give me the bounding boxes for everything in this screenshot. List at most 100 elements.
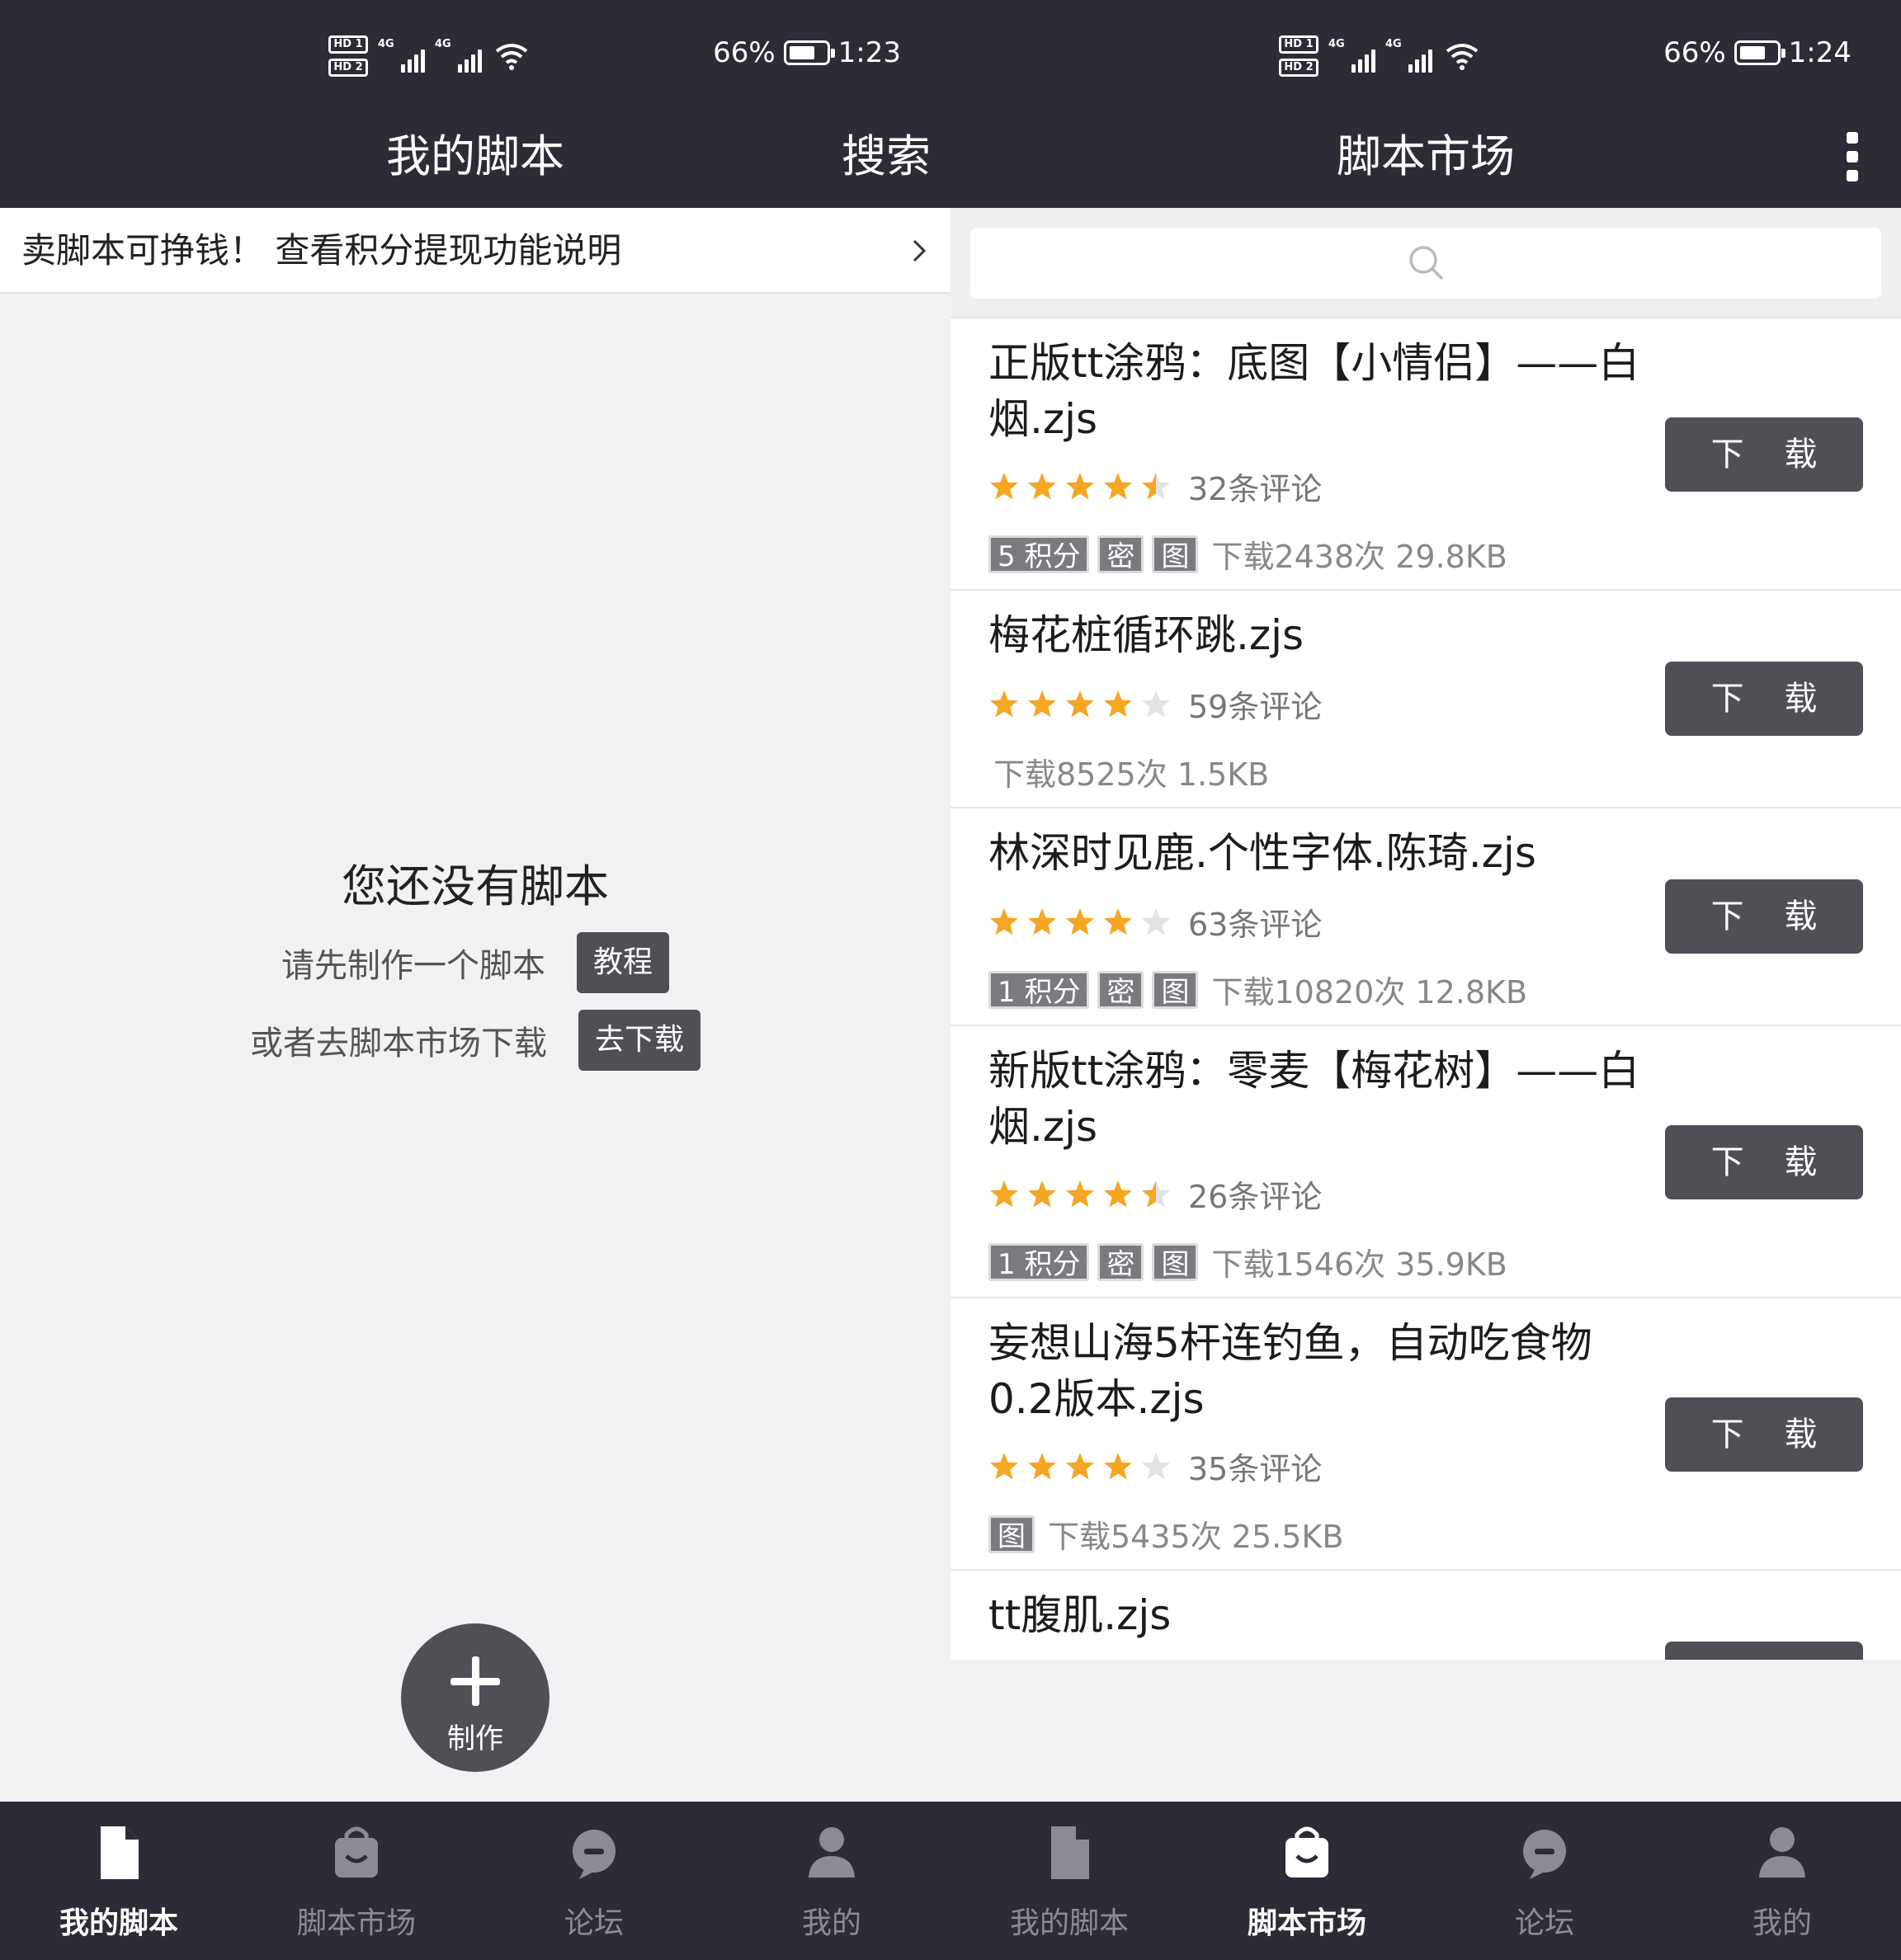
tab-document[interactable]: 我的脚本 — [0, 1802, 238, 1960]
script-name: 妄想山海5杆连钓鱼，自动吃食物0.2版本.zjs — [988, 1319, 1592, 1423]
empty-state-row: 请先制作一个脚本 教程 — [0, 932, 950, 993]
rating-stars: 35条评论 — [988, 1444, 1322, 1489]
battery-icon — [1734, 40, 1785, 65]
script-list-item[interactable]: 林深时见鹿.个性字体.陈琦.zjs 63条评论 1 积分密图下载10820次 12.… — [950, 808, 1901, 1026]
download-button[interactable]: 下 载 — [1665, 1642, 1863, 1660]
tab-person[interactable]: 我的 — [1663, 1802, 1901, 1960]
download-stats: 下载10820次 12.8KB — [1211, 974, 1528, 1011]
star-full-icon — [990, 907, 1018, 935]
signal-icon: 4G — [378, 38, 425, 73]
signal-icon: 4G — [435, 38, 482, 73]
star-full-icon — [1066, 907, 1094, 935]
star-half-icon — [1142, 1180, 1170, 1207]
rating-stars: 32条评论 — [988, 464, 1322, 509]
star-empty-icon — [1142, 690, 1170, 717]
tab-shopping-bag[interactable]: 脚本市场 — [238, 1802, 475, 1960]
script-tag: 密 — [1097, 535, 1144, 573]
script-name: tt腹肌.zjs — [988, 1591, 1172, 1639]
empty-state-hint: 或者去脚本市场下载 — [249, 1025, 547, 1062]
script-tag: 图 — [1152, 970, 1199, 1009]
tab-label: 我的 — [801, 1906, 861, 1940]
signal-icon: 4G — [1385, 38, 1432, 73]
tab-document[interactable]: 我的脚本 — [950, 1802, 1188, 1960]
script-list-item[interactable]: 正版tt涂鸦：底图【小情侣】——白烟.zjs 32条评论 5 积分密图下载2438次… — [950, 318, 1901, 591]
network-status-icons: HD 1 HD 2 4G 4G — [1279, 31, 1480, 81]
script-list-item[interactable]: tt腹肌.zjs 下 载 — [950, 1571, 1901, 1660]
star-empty-icon — [1142, 907, 1170, 935]
person-icon — [809, 1827, 855, 1878]
hd2-icon: HD 2 — [328, 59, 368, 77]
script-tag: 图 — [1152, 535, 1199, 573]
star-full-icon — [1104, 472, 1132, 499]
review-count: 63条评论 — [1188, 907, 1323, 943]
tab-label: 脚本市场 — [296, 1906, 416, 1940]
star-full-icon — [1066, 472, 1094, 499]
bottom-nav: 我的脚本 脚本市场 论坛 我的 — [950, 1802, 1901, 1960]
more-menu-icon[interactable] — [1840, 124, 1865, 190]
chat-bubble-icon — [573, 1830, 616, 1879]
script-list-item[interactable]: 新版tt涂鸦：零麦【梅花树】——白烟.zjs 26条评论 1 积分密图下载1546次… — [950, 1026, 1901, 1298]
review-count: 59条评论 — [1188, 689, 1323, 725]
rating-stars: 59条评论 — [988, 681, 1322, 727]
hd1-icon: HD 1 — [1279, 35, 1318, 54]
page-title: 我的脚本 — [386, 130, 564, 182]
tab-chat-bubble[interactable]: 论坛 — [475, 1802, 713, 1960]
create-script-button[interactable]: 制作 — [401, 1623, 550, 1772]
signal-icon: 4G — [1328, 38, 1375, 73]
wifi-icon — [1446, 44, 1479, 70]
star-full-icon — [1028, 907, 1056, 935]
download-stats: 下载5435次 25.5KB — [1048, 1519, 1344, 1555]
review-count: 35条评论 — [1188, 1451, 1323, 1487]
script-tag: 图 — [1152, 1242, 1199, 1281]
tab-chat-bubble[interactable]: 论坛 — [1426, 1802, 1663, 1960]
shopping-bag-icon — [1285, 1826, 1328, 1878]
script-name: 新版tt涂鸦：零麦【梅花树】——白烟.zjs — [988, 1047, 1640, 1151]
script-list-item[interactable]: 妄想山海5杆连钓鱼，自动吃食物0.2版本.zjs 35条评论图下载5435次 25… — [950, 1298, 1901, 1571]
script-list-item[interactable]: 梅花桩循环跳.zjs 59条评论下载8525次 1.5KB 下 载 — [950, 591, 1901, 808]
download-button[interactable]: 下 载 — [1665, 1397, 1863, 1472]
download-button[interactable]: 下 载 — [1665, 417, 1863, 492]
tab-label: 我的脚本 — [59, 1906, 178, 1940]
tutorial-button[interactable]: 教程 — [576, 932, 669, 993]
star-full-icon — [1104, 1180, 1132, 1207]
script-market-screen: HD 1 HD 2 4G 4G 66% 1:24 脚本市场 正版tt涂鸦：底图【… — [950, 0, 1901, 1960]
star-empty-icon — [1142, 1452, 1170, 1479]
empty-state-hint: 请先制作一个脚本 — [281, 947, 545, 985]
script-meta: 1 积分密图下载10820次 12.8KB — [988, 967, 1527, 1012]
go-download-button[interactable]: 去下载 — [578, 1010, 700, 1071]
hd2-icon: HD 2 — [1279, 59, 1318, 77]
download-button[interactable]: 下 载 — [1665, 879, 1863, 954]
chevron-right-icon — [913, 239, 927, 262]
download-button[interactable]: 下 载 — [1665, 1125, 1863, 1199]
script-meta: 图下载5435次 25.5KB — [988, 1511, 1343, 1557]
wifi-icon — [495, 44, 528, 70]
tab-label: 脚本市场 — [1247, 1906, 1366, 1940]
script-tag: 密 — [1097, 1242, 1144, 1281]
points-notice-banner[interactable]: 卖脚本可挣钱！ 查看积分提现功能说明 — [0, 208, 950, 294]
tab-shopping-bag[interactable]: 脚本市场 — [1188, 1802, 1426, 1960]
search-button[interactable]: 搜索 — [842, 124, 931, 190]
tab-label: 论坛 — [564, 1906, 624, 1940]
clock: 1:24 — [1788, 36, 1851, 69]
tab-person[interactable]: 我的 — [713, 1802, 950, 1960]
star-full-icon — [1104, 690, 1132, 717]
hd1-icon: HD 1 — [328, 35, 368, 54]
script-tag: 5 积分 — [988, 535, 1090, 573]
download-stats: 下载2438次 29.8KB — [1211, 539, 1507, 575]
tab-label: 我的 — [1752, 1906, 1812, 1940]
download-button[interactable]: 下 载 — [1665, 662, 1863, 736]
clock: 1:23 — [837, 36, 901, 69]
star-full-icon — [1066, 1452, 1094, 1479]
search-input[interactable] — [970, 228, 1881, 299]
star-full-icon — [1028, 1180, 1056, 1207]
star-full-icon — [1104, 1452, 1132, 1479]
empty-state-title: 您还没有脚本 — [342, 860, 609, 912]
star-full-icon — [1028, 690, 1056, 717]
script-list: 正版tt涂鸦：底图【小情侣】——白烟.zjs 32条评论 5 积分密图下载2438次… — [950, 318, 1901, 1660]
star-full-icon — [990, 690, 1018, 717]
script-name: 梅花桩循环跳.zjs — [988, 611, 1304, 659]
empty-state-row: 或者去脚本市场下载 去下载 — [0, 1010, 950, 1071]
script-meta: 下载8525次 1.5KB — [988, 749, 1269, 794]
star-full-icon — [1066, 690, 1094, 717]
star-full-icon — [1028, 472, 1056, 499]
